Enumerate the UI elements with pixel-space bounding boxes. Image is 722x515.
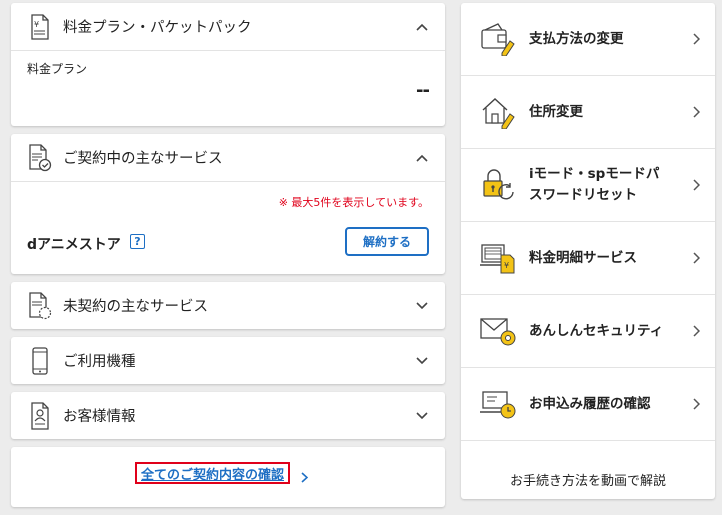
all-contracts-link[interactable]: 全てのご契約内容の確認: [135, 462, 291, 484]
video-guide-text[interactable]: お手続き方法を動画で解説: [461, 470, 715, 489]
house-icon: [479, 92, 517, 132]
chevron-right-icon: [691, 325, 701, 337]
chevron-right-icon: [691, 179, 701, 191]
profile-document-icon: [27, 401, 53, 431]
svg-text:¥: ¥: [34, 20, 39, 29]
menu-item-label: iモード・spモードパ スワードリセット: [529, 164, 691, 206]
cancel-contract-button[interactable]: 解約する: [345, 227, 429, 256]
lock-reset-icon: [479, 165, 517, 205]
menu-item-application-history[interactable]: お申込み履歴の確認: [461, 368, 715, 441]
plan-header[interactable]: ¥ 料金プラン・パケットパック: [11, 3, 445, 50]
customer-info-header[interactable]: お客様情報: [11, 392, 445, 439]
wallet-icon: [479, 19, 517, 59]
menu-item-label: あんしんセキュリティ: [529, 322, 664, 339]
help-icon[interactable]: ?: [130, 234, 145, 249]
uncontracted-services-card: 未契約の主なサービス: [11, 282, 445, 329]
max-display-note: ※ 最大5件を表示しています。: [278, 196, 429, 209]
video-guide: お手続き方法を動画で解説: [461, 441, 715, 499]
contracted-services-header[interactable]: ご契約中の主なサービス: [11, 134, 445, 181]
contracted-services-card: ご契約中の主なサービス ※ 最大5件を表示しています。 dアニメストア ? 解約…: [11, 134, 445, 274]
chevron-right-icon: [691, 33, 701, 45]
chevron-up-icon: [415, 151, 429, 165]
chevron-right-icon: [691, 398, 701, 410]
customer-info-title: お客様情報: [63, 409, 136, 425]
menu-item-label: 料金明細サービス: [529, 249, 637, 266]
device-header[interactable]: ご利用機種: [11, 337, 445, 384]
plan-card: ¥ 料金プラン・パケットパック 料金プラン --: [11, 3, 445, 126]
smartphone-icon: [27, 346, 53, 376]
chevron-right-icon: [691, 252, 701, 264]
chevron-up-icon: [415, 20, 429, 34]
plan-body: 料金プラン --: [11, 51, 445, 126]
document-check-icon: [27, 143, 53, 173]
device-card: ご利用機種: [11, 337, 445, 384]
menu-item-address-change[interactable]: 住所変更: [461, 76, 715, 149]
menu-item-label: お申込み履歴の確認: [529, 395, 651, 412]
bill-icon: ¥: [479, 238, 517, 278]
uncontracted-services-header[interactable]: 未契約の主なサービス: [11, 282, 445, 329]
menu-item-password-reset[interactable]: iモード・spモードパ スワードリセット: [461, 149, 715, 222]
procedure-menu: 支払方法の変更 住所変更 iモード・spモードパ スワードリセット ¥ 料金明細…: [461, 3, 715, 499]
menu-item-label-line: スワードリセット: [529, 187, 637, 203]
uncontracted-services-title: 未契約の主なサービス: [63, 299, 208, 315]
all-contracts-card: 全てのご契約内容の確認: [11, 447, 445, 507]
contracted-services-body: ※ 最大5件を表示しています。 dアニメストア ? 解約する: [11, 182, 445, 274]
document-dotted-icon: [27, 291, 53, 321]
plan-value: --: [416, 80, 430, 101]
chevron-down-icon: [415, 299, 429, 313]
menu-item-label: 住所変更: [529, 103, 583, 120]
menu-item-payment-method[interactable]: 支払方法の変更: [461, 3, 715, 76]
mail-security-icon: [479, 311, 517, 351]
device-title: ご利用機種: [63, 354, 136, 370]
svg-text:¥: ¥: [504, 261, 509, 270]
menu-item-security[interactable]: あんしんセキュリティ: [461, 295, 715, 368]
chevron-down-icon: [415, 409, 429, 423]
receipt-icon: ¥: [27, 12, 53, 42]
chevron-right-icon: [691, 106, 701, 118]
plan-title: 料金プラン・パケットパック: [63, 20, 252, 36]
menu-item-label-line: iモード・spモードパ: [529, 166, 660, 182]
menu-item-label: 支払方法の変更: [529, 30, 624, 47]
menu-item-billing-details[interactable]: ¥ 料金明細サービス: [461, 222, 715, 295]
chevron-right-icon[interactable]: [301, 468, 309, 487]
service-name: dアニメストア: [27, 237, 121, 253]
history-icon: [479, 384, 517, 424]
chevron-down-icon: [415, 354, 429, 368]
contracted-services-title: ご契約中の主なサービス: [63, 151, 223, 167]
customer-info-card: お客様情報: [11, 392, 445, 439]
plan-label: 料金プラン: [27, 62, 88, 76]
